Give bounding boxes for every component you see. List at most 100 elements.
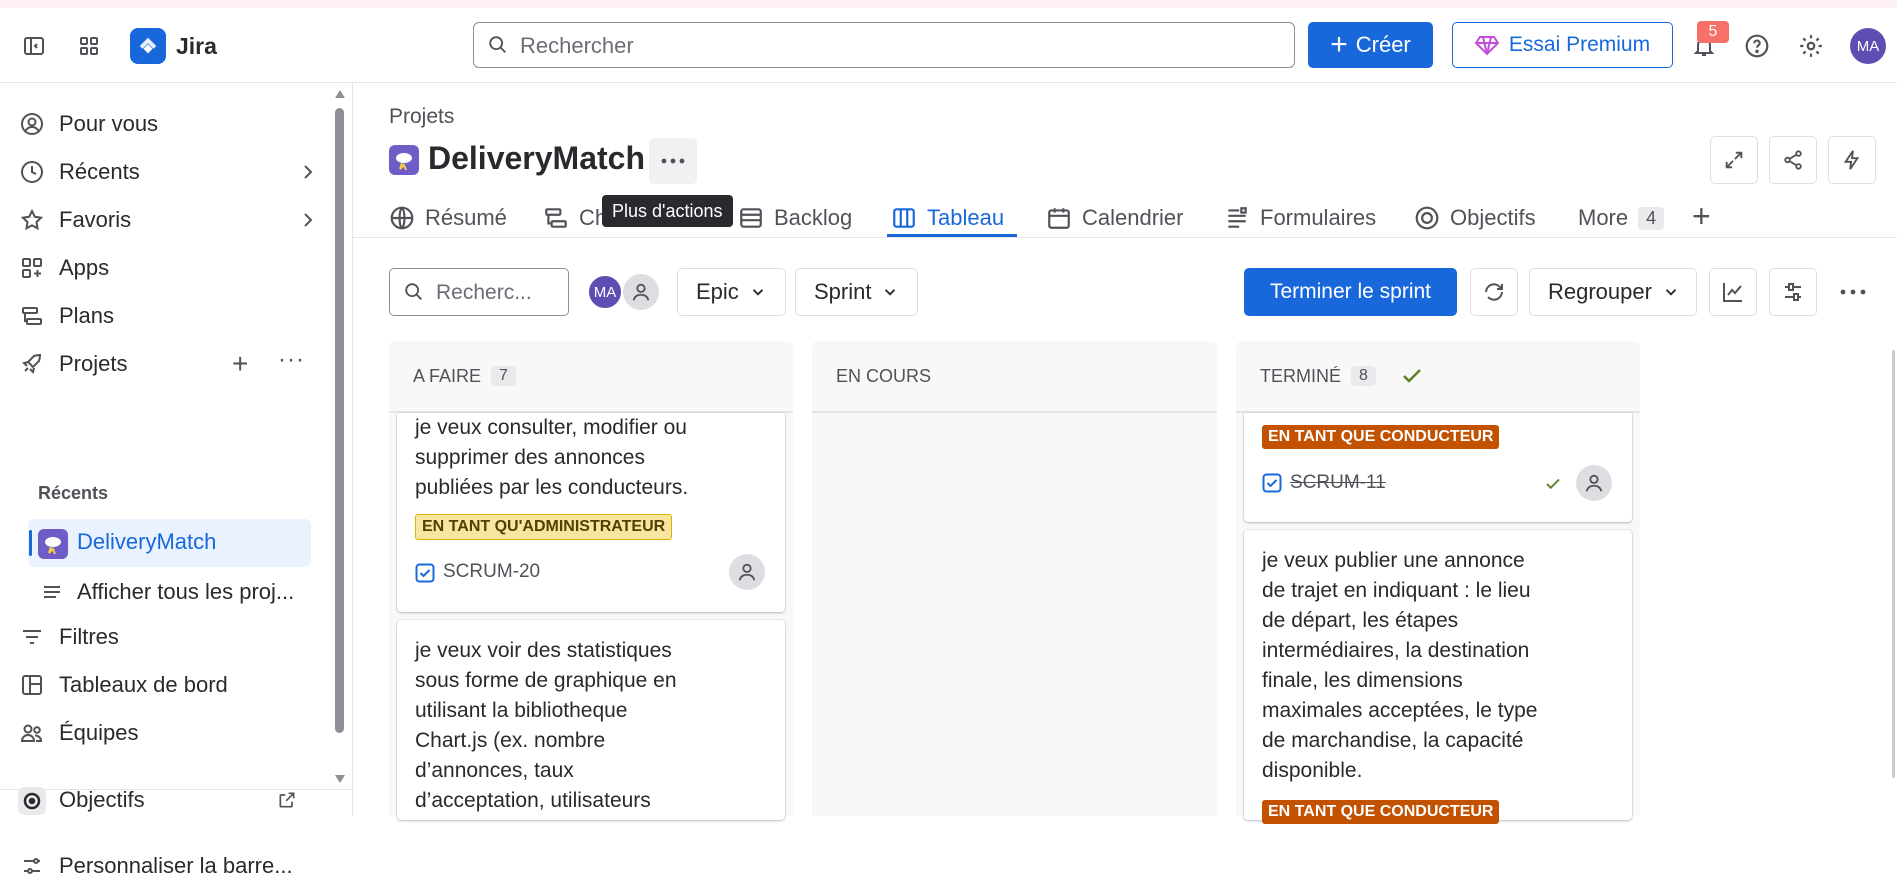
board-scrollbar[interactable] — [1892, 350, 1895, 778]
assignee-avatar-icon[interactable] — [1576, 465, 1612, 501]
selected-project-label[interactable]: DeliveryMatch — [77, 529, 216, 555]
backlog-icon — [738, 205, 764, 231]
more-count-badge: 4 — [1638, 206, 1665, 230]
app-name[interactable]: Jira — [176, 33, 217, 60]
create-button[interactable]: + Créer — [1308, 22, 1433, 68]
show-all-projects-link[interactable]: Afficher tous les proj... — [77, 579, 294, 605]
more-horizontal-icon — [1839, 288, 1867, 296]
chevron-right-icon[interactable] — [296, 208, 320, 232]
tab-summary[interactable]: Résumé — [389, 200, 507, 236]
add-project-plus-icon[interactable]: + — [232, 348, 248, 380]
card-label-driver[interactable]: EN TANT QUE CONDUCTEUR — [1262, 800, 1500, 824]
issue-key[interactable]: SCRUM-20 — [443, 561, 540, 583]
issue-card[interactable]: je veux publier une annonce de trajet en… — [1244, 530, 1632, 824]
board-search-input[interactable] — [434, 279, 563, 307]
tab-board[interactable]: Tableau — [891, 200, 1004, 236]
search-input[interactable] — [518, 31, 1282, 61]
card-summary-line: de départ, les étapes — [1262, 609, 1459, 632]
chevron-down-icon — [749, 283, 767, 301]
filter-icon — [20, 625, 44, 649]
breadcrumb[interactable]: Projets — [389, 105, 454, 129]
sidebar: Pour vous Récents Favoris Apps Plans Pro… — [0, 83, 353, 878]
share-button[interactable] — [1769, 136, 1817, 184]
app-switcher-icon[interactable] — [75, 32, 103, 60]
jira-logo-icon[interactable] — [130, 28, 166, 64]
sidebar-item-teams[interactable]: Équipes — [20, 711, 320, 755]
sidebar-item-dashboards[interactable]: Tableaux de bord — [20, 663, 320, 707]
tab-goals[interactable]: Objectifs — [1414, 200, 1536, 236]
tab-more[interactable]: More 4 — [1578, 200, 1665, 236]
scroll-down-arrow-icon[interactable] — [334, 774, 346, 784]
sidebar-item-for-you[interactable]: Pour vous — [20, 102, 320, 146]
tabs-divider — [353, 237, 1897, 238]
sidebar-item-apps[interactable]: Apps — [20, 246, 320, 290]
premium-trial-button[interactable]: Essai Premium — [1452, 22, 1673, 68]
chevron-down-icon — [1662, 283, 1680, 301]
add-tab-plus-icon[interactable]: + — [1692, 200, 1711, 232]
global-search[interactable] — [473, 22, 1295, 68]
sidebar-item-goals[interactable]: Objectifs — [18, 778, 320, 822]
card-label-admin[interactable]: EN TANT QU'ADMINISTRATEUR — [415, 514, 673, 540]
fullscreen-button[interactable] — [1710, 136, 1758, 184]
card-summary-line: sous forme de graphique en — [415, 669, 677, 692]
column-title: TERMINÉ — [1260, 365, 1341, 386]
sidebar-toggle-icon[interactable] — [20, 32, 48, 60]
scroll-up-arrow-icon[interactable] — [334, 89, 346, 99]
chevron-right-icon[interactable] — [296, 160, 320, 184]
resolved-check-icon — [1544, 475, 1562, 493]
external-link-icon[interactable] — [277, 790, 297, 810]
sidebar-item-projects[interactable]: Projets + ··· — [20, 342, 320, 386]
tab-calendar[interactable]: Calendrier — [1046, 200, 1184, 236]
complete-sprint-button[interactable]: Terminer le sprint — [1244, 268, 1457, 316]
create-label: Créer — [1355, 32, 1411, 57]
issue-key[interactable]: SCRUM-11 — [1290, 472, 1386, 494]
sidebar-item-plans[interactable]: Plans — [20, 294, 320, 338]
sidebar-item-recent[interactable]: Récents — [20, 150, 320, 194]
tab-timeline[interactable]: Ch — [543, 200, 607, 236]
issue-card[interactable]: EN TANT QUE CONDUCTEUR SCRUM-11 — [1244, 413, 1632, 522]
card-label-driver[interactable]: EN TANT QUE CONDUCTEUR — [1262, 425, 1500, 449]
tab-label: Résumé — [425, 205, 507, 230]
unassigned-avatar-icon[interactable] — [623, 274, 659, 310]
group-by-dropdown[interactable]: Regrouper — [1529, 268, 1697, 316]
sidebar-scrollbar-thumb[interactable] — [335, 108, 344, 733]
view-settings-button[interactable] — [1769, 268, 1817, 316]
assignee-avatar-icon[interactable] — [729, 554, 765, 590]
card-summary-line: publiées par les conducteurs. — [415, 476, 689, 499]
refresh-button[interactable] — [1470, 268, 1518, 316]
sidebar-item-favorites[interactable]: Favoris — [20, 198, 320, 242]
sidebar-item-filters[interactable]: Filtres — [20, 615, 320, 659]
more-actions-button[interactable] — [649, 138, 697, 184]
column-count: 7 — [491, 366, 516, 386]
board-more-button[interactable] — [1829, 268, 1877, 316]
story-checkbox-icon — [1262, 473, 1282, 493]
issue-card[interactable]: je veux consulter, modifier ou supprimer… — [397, 413, 785, 612]
sprint-filter-dropdown[interactable]: Sprint — [795, 268, 919, 316]
column-header-divider — [812, 411, 1217, 413]
user-avatar[interactable]: MA — [1850, 28, 1886, 64]
tab-backlog[interactable]: Backlog — [738, 200, 852, 236]
projects-more-icon[interactable]: ··· — [278, 346, 305, 374]
sidebar-item-customize[interactable]: Personnaliser la barre... — [20, 844, 320, 888]
automation-button[interactable] — [1828, 136, 1876, 184]
settings-gear-icon[interactable] — [1797, 32, 1825, 60]
project-avatar-icon — [389, 145, 419, 175]
sidebar-item-label: Plans — [59, 303, 115, 328]
notification-badge[interactable]: 5 — [1697, 21, 1729, 43]
help-icon[interactable] — [1743, 32, 1771, 60]
tab-forms[interactable]: Formulaires — [1224, 200, 1376, 236]
card-summary: je veux voir des statistiques sous forme… — [415, 636, 677, 816]
card-summary-line: finale, les dimensions — [1262, 669, 1463, 692]
more-actions-tooltip: Plus d'actions — [602, 195, 733, 227]
star-icon — [20, 208, 44, 232]
refresh-icon — [1482, 280, 1506, 304]
card-summary-line: d’annonces, taux — [415, 759, 574, 782]
epic-filter-dropdown[interactable]: Epic — [677, 268, 786, 316]
search-icon — [402, 280, 426, 304]
top-navigation-bar: Jira + Créer Essai Premium 5 MA — [0, 8, 1897, 83]
issue-card[interactable]: je veux voir des statistiques sous forme… — [397, 620, 785, 820]
board-search[interactable] — [389, 268, 569, 316]
search-icon — [486, 33, 510, 57]
insights-button[interactable] — [1709, 268, 1757, 316]
filter-avatar-user[interactable]: MA — [587, 274, 623, 310]
